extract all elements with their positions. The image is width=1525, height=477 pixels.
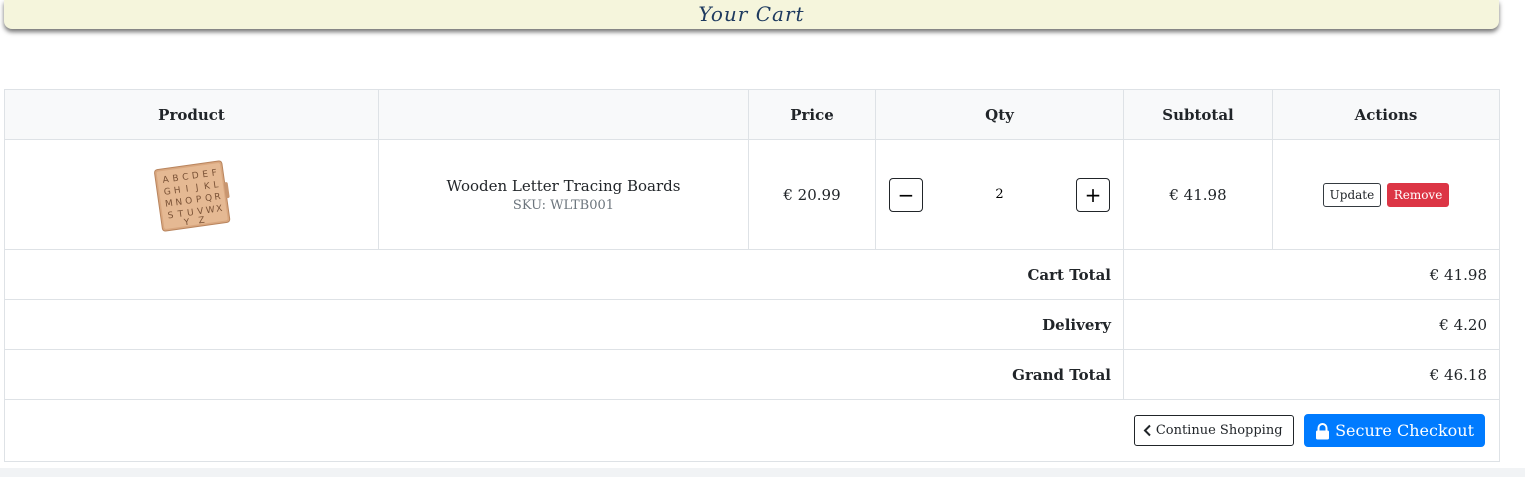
grand-total-value: € 46.18: [1123, 349, 1500, 400]
remove-button[interactable]: Remove: [1386, 182, 1450, 207]
cart-total-label: Cart Total: [4, 249, 1124, 300]
product-subtotal: € 41.98: [1123, 139, 1273, 250]
column-header-price: Price: [748, 89, 876, 140]
chevron-left-icon: [1143, 424, 1151, 437]
footer-strip: [0, 468, 1525, 477]
svg-text:O: O: [184, 196, 192, 207]
svg-text:D: D: [191, 170, 199, 181]
lock-icon: [1315, 423, 1329, 440]
quantity-stepper: − +: [888, 177, 1111, 212]
svg-text:N: N: [174, 197, 182, 208]
qty-cell: − +: [875, 139, 1124, 250]
grand-total-row: Grand Total € 46.18: [4, 349, 1500, 400]
column-header-subtotal: Subtotal: [1123, 89, 1273, 140]
cart-total-value: € 41.98: [1123, 249, 1500, 300]
secure-checkout-label: Secure Checkout: [1335, 421, 1474, 440]
qty-input[interactable]: [967, 186, 1032, 203]
svg-text:H: H: [173, 185, 181, 196]
product-info-cell: Wooden Letter Tracing Boards SKU: WLTB00…: [378, 139, 749, 250]
column-header-name: [378, 89, 749, 140]
column-header-product: Product: [4, 89, 379, 140]
page-title: Your Cart: [698, 2, 805, 26]
delivery-label: Delivery: [4, 299, 1124, 350]
update-button[interactable]: Update: [1322, 182, 1382, 207]
svg-text:G: G: [163, 186, 171, 197]
column-header-actions: Actions: [1272, 89, 1500, 140]
row-actions-cell: Update Remove: [1272, 139, 1500, 250]
product-image-cell: ABCDEF GHIJKL MNOPQR STUVWX YZ: [4, 139, 379, 250]
wooden-alphabet-board-image[interactable]: ABCDEF GHIJKL MNOPQR STUVWX YZ: [152, 157, 232, 233]
continue-shopping-button[interactable]: Continue Shopping: [1133, 415, 1294, 446]
cart-actions-cell: Continue Shopping Secure Checkout: [4, 399, 1500, 462]
increment-qty-button[interactable]: +: [1076, 177, 1110, 212]
secure-checkout-button[interactable]: Secure Checkout: [1303, 414, 1485, 447]
cart-table: Product Price Qty Subtotal Actions ABCDE…: [4, 89, 1500, 462]
delivery-row: Delivery € 4.20: [4, 299, 1500, 350]
svg-text:M: M: [164, 198, 173, 209]
svg-text:W: W: [205, 205, 215, 216]
product-name[interactable]: Wooden Letter Tracing Boards: [391, 177, 736, 195]
product-price: € 20.99: [748, 139, 876, 250]
continue-shopping-label: Continue Shopping: [1155, 423, 1283, 438]
cart-total-row: Cart Total € 41.98: [4, 249, 1500, 300]
svg-text:Q: Q: [204, 193, 212, 204]
delivery-value: € 4.20: [1123, 299, 1500, 350]
grand-total-label: Grand Total: [4, 349, 1124, 400]
cart-table-header: Product Price Qty Subtotal Actions: [4, 89, 1500, 140]
cart-actions-row: Continue Shopping Secure Checkout: [4, 399, 1500, 462]
decrement-qty-button[interactable]: −: [889, 177, 923, 212]
column-header-qty: Qty: [875, 89, 1124, 140]
product-sku: SKU: WLTB001: [512, 197, 615, 213]
table-row: ABCDEF GHIJKL MNOPQR STUVWX YZ Wooden Le…: [4, 139, 1500, 250]
page-title-bar: Your Cart: [4, 0, 1499, 29]
